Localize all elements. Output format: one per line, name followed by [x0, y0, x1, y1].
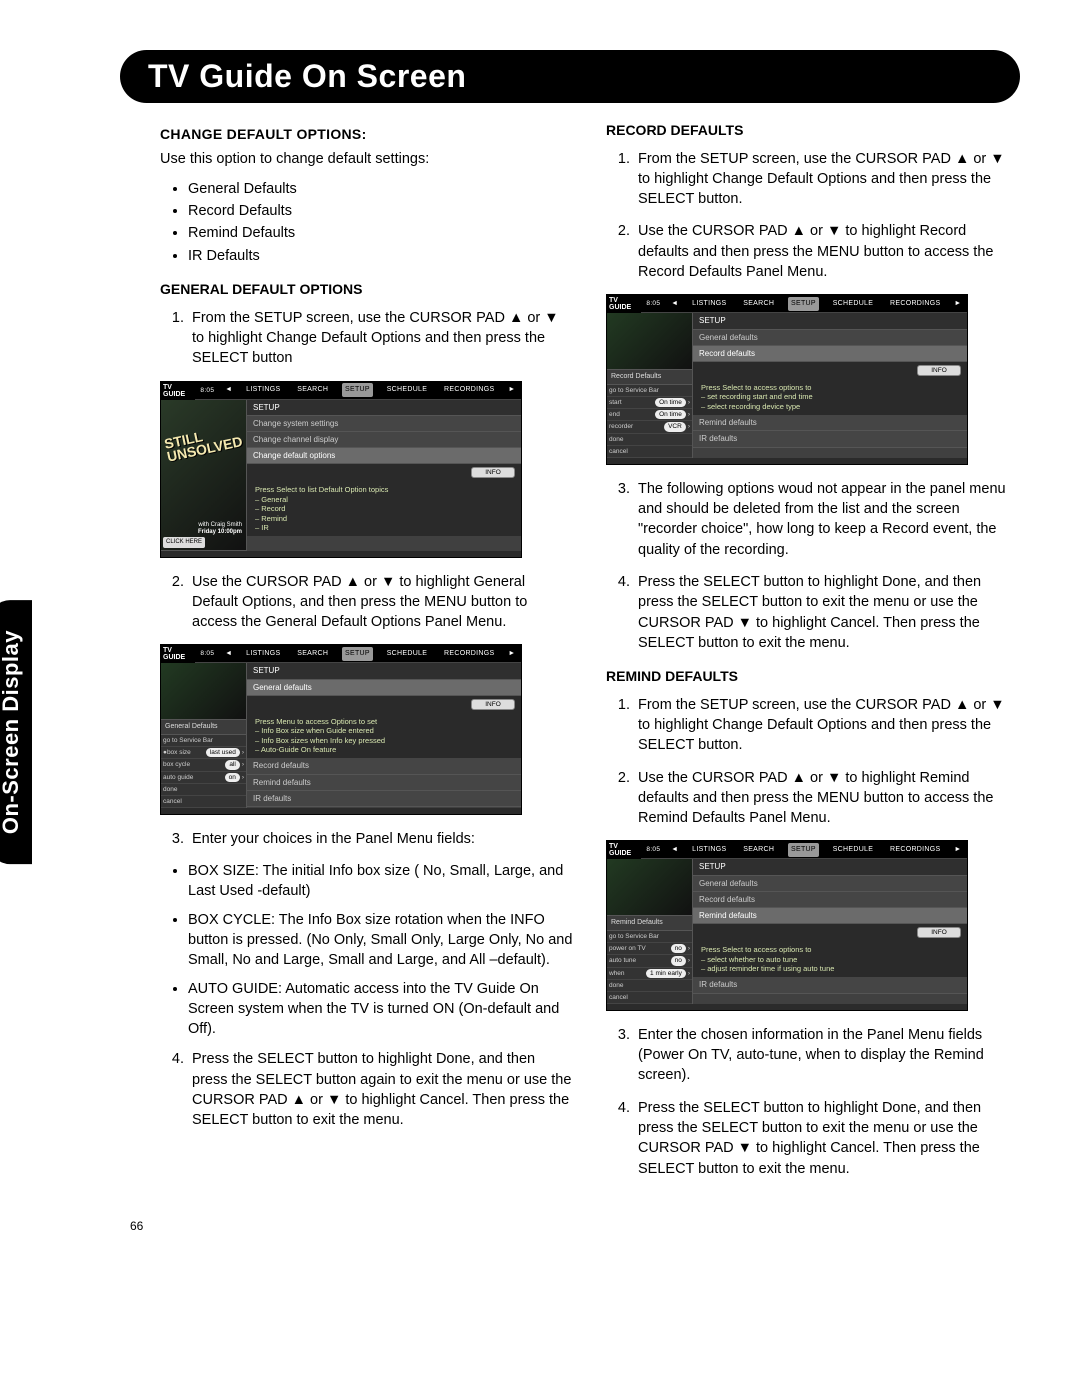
step-1: From the SETUP screen, use the CURSOR PA…	[634, 149, 1020, 210]
promo-thumbnail	[161, 663, 246, 720]
record-defaults-title: RECORD DEFAULTS	[606, 121, 1020, 141]
list-item: BOX CYCLE: The Info Box size rotation wh…	[188, 910, 574, 971]
down-arrow-icon: ▼	[738, 1140, 752, 1156]
manual-page: TV Guide On Screen On-Screen Display CHA…	[0, 0, 1080, 1251]
remind-defaults-title: REMIND DEFAULTS	[606, 667, 1020, 687]
up-arrow-icon: ▲	[792, 770, 806, 786]
screenshot-record-defaults: TV GUIDE 8:05◄ LISTINGS SEARCH SETUP SCH…	[606, 294, 968, 464]
step-2: Use the CURSOR PAD ▲ or ▼ to highlight R…	[634, 221, 1020, 282]
change-default-bullets: General Defaults Record Defaults Remind …	[160, 179, 574, 266]
screenshot-remind-defaults: TV GUIDE 8:05◄ LISTINGS SEARCH SETUP SCH…	[606, 840, 968, 1010]
general-default-title: GENERAL DEFAULT OPTIONS	[160, 280, 574, 300]
down-arrow-icon: ▼	[990, 697, 1004, 713]
list-item: General Defaults	[188, 179, 574, 199]
general-default-steps-4: Press the SELECT button to highlight Don…	[160, 1049, 574, 1130]
panel-fields-list: BOX SIZE: The initial Info box size ( No…	[160, 861, 574, 1039]
promo-thumbnail	[607, 313, 692, 370]
record-defaults-steps: From the SETUP screen, use the CURSOR PA…	[606, 149, 1020, 283]
left-column: CHANGE DEFAULT OPTIONS: Use this option …	[160, 121, 574, 1191]
down-arrow-icon: ▼	[381, 574, 395, 590]
chapter-title-bar: TV Guide On Screen	[120, 50, 1020, 103]
tvguide-logo: TV GUIDE	[161, 382, 195, 400]
list-item: Remind Defaults	[188, 223, 574, 243]
general-default-steps-3: Enter your choices in the Panel Menu fie…	[160, 829, 574, 849]
down-arrow-icon: ▼	[827, 770, 841, 786]
info-badge: INFO	[471, 467, 515, 478]
up-arrow-icon: ▲	[955, 151, 969, 167]
content-columns: CHANGE DEFAULT OPTIONS: Use this option …	[160, 121, 1020, 1191]
change-default-intro: Use this option to change default settin…	[160, 149, 574, 169]
general-default-steps-2: Use the CURSOR PAD ▲ or ▼ to highlight G…	[160, 572, 574, 633]
guide-tabs: 8:05 ◄ LISTINGS SEARCH SETUP SCHEDULE RE…	[195, 382, 521, 400]
step-3: Enter the chosen information in the Pane…	[634, 1025, 1020, 1086]
promo-thumbnail	[607, 859, 692, 916]
up-arrow-icon: ▲	[292, 1092, 306, 1108]
step-2: Use the CURSOR PAD ▲ or ▼ to highlight G…	[188, 572, 574, 633]
list-item: AUTO GUIDE: Automatic access into the TV…	[188, 979, 574, 1040]
section-tab: On-Screen Display	[0, 600, 32, 864]
step-4: Press the SELECT button to highlight Don…	[188, 1049, 574, 1130]
down-arrow-icon: ▼	[327, 1092, 341, 1108]
down-arrow-icon: ▼	[827, 223, 841, 239]
step-2: Use the CURSOR PAD ▲ or ▼ to highlight R…	[634, 768, 1020, 829]
screenshot-change-default: TV GUIDE 8:05 ◄ LISTINGS SEARCH SETUP SC…	[160, 381, 522, 558]
change-default-title: CHANGE DEFAULT OPTIONS:	[160, 125, 574, 145]
up-arrow-icon: ▲	[955, 697, 969, 713]
step-1: From the SETUP screen, use the CURSOR PA…	[188, 308, 574, 369]
list-item: BOX SIZE: The initial Info box size ( No…	[188, 861, 574, 902]
up-arrow-icon: ▲	[792, 223, 806, 239]
list-item: Record Defaults	[188, 201, 574, 221]
down-arrow-icon: ▼	[990, 151, 1004, 167]
screenshot-general-defaults: TV GUIDE 8:05◄ LISTINGS SEARCH SETUP SCH…	[160, 644, 522, 814]
right-column: RECORD DEFAULTS From the SETUP screen, u…	[606, 121, 1020, 1191]
step-3: Enter your choices in the Panel Menu fie…	[188, 829, 574, 849]
down-arrow-icon: ▼	[738, 615, 752, 631]
record-defaults-steps-cont: The following options woud not appear in…	[606, 479, 1020, 653]
step-3: The following options woud not appear in…	[634, 479, 1020, 560]
remind-defaults-steps: From the SETUP screen, use the CURSOR PA…	[606, 695, 1020, 829]
up-arrow-icon: ▲	[346, 574, 360, 590]
remind-defaults-steps-cont: Enter the chosen information in the Pane…	[606, 1025, 1020, 1179]
step-4: Press the SELECT button to highlight Don…	[634, 1098, 1020, 1179]
click-here-badge: CLICK HERE	[163, 537, 205, 547]
step-1: From the SETUP screen, use the CURSOR PA…	[634, 695, 1020, 756]
general-default-steps: From the SETUP screen, use the CURSOR PA…	[160, 308, 574, 369]
promo-thumbnail: STILLUNSOLVED with Craig SmithFriday 10:…	[161, 400, 246, 551]
down-arrow-icon: ▼	[544, 310, 558, 326]
up-arrow-icon: ▲	[509, 310, 523, 326]
step-4: Press the SELECT button to highlight Don…	[634, 572, 1020, 653]
chapter-title: TV Guide On Screen	[148, 58, 992, 95]
page-number: 66	[130, 1219, 143, 1233]
list-item: IR Defaults	[188, 246, 574, 266]
